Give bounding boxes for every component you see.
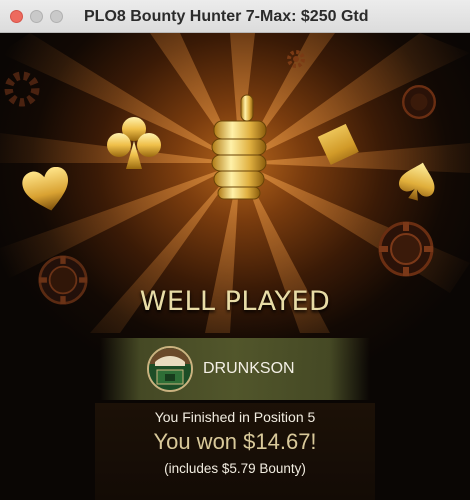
player-name: DRUNKSON (203, 360, 295, 377)
club-icon (107, 117, 161, 169)
spade-icon (398, 162, 435, 201)
winnings-text: You won $14.67! (153, 429, 317, 454)
gear-icon (4, 71, 40, 107)
diamond-icon (317, 123, 359, 165)
minimize-button[interactable] (30, 10, 43, 23)
results-banner: WELL PLAYED DRUNKSON You Finished in Pos… (0, 33, 470, 500)
poker-chip-icon (378, 221, 434, 277)
avatar-icon (147, 346, 193, 392)
finish-position-text: You Finished in Position 5 (154, 409, 316, 425)
heart-icon (22, 167, 69, 211)
thumbs-up-trophy-icon (211, 94, 267, 200)
avatar-image (149, 348, 191, 390)
close-button[interactable] (10, 10, 23, 23)
title-bar[interactable]: PLO8 Bounty Hunter 7-Max: $250 Gtd (0, 0, 470, 33)
maximize-button[interactable] (50, 10, 63, 23)
poker-chip-icon (402, 85, 436, 119)
bounty-text: (includes $5.79 Bounty) (164, 461, 306, 476)
well-played-heading: WELL PLAYED (139, 286, 331, 317)
window-title: PLO8 Bounty Hunter 7-Max: $250 Gtd (84, 8, 369, 25)
results-window: PLO8 Bounty Hunter 7-Max: $250 Gtd WELL … (0, 0, 470, 500)
gear-icon (287, 50, 305, 68)
